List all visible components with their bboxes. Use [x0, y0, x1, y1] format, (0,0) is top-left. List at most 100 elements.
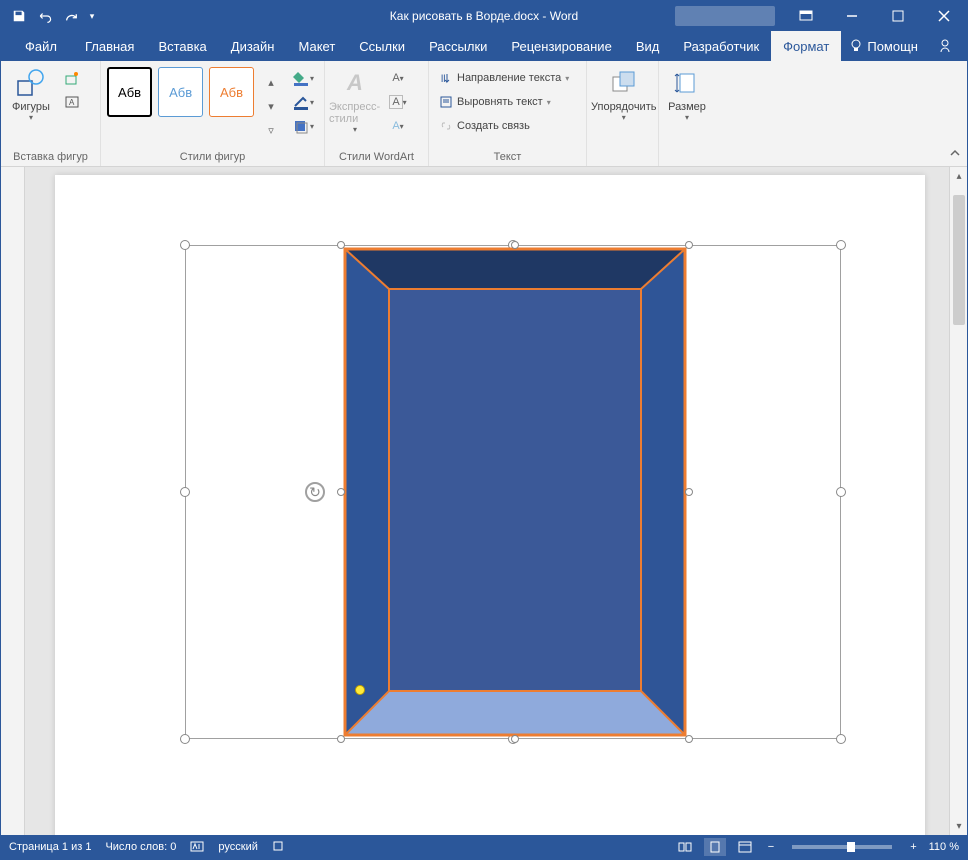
zoom-in-button[interactable]: +: [906, 841, 920, 853]
maximize-button[interactable]: [875, 1, 921, 31]
tell-me-button[interactable]: Помощн: [841, 39, 926, 54]
shape-handle-tl[interactable]: [337, 241, 345, 249]
size-button[interactable]: Размер ▾: [663, 63, 711, 122]
style-gallery-more[interactable]: ▿: [260, 119, 282, 141]
group-arrange-label: [591, 149, 654, 166]
tab-review[interactable]: Рецензирование: [499, 31, 623, 61]
tab-home[interactable]: Главная: [73, 31, 146, 61]
vertical-ruler[interactable]: [1, 167, 25, 835]
group-arrange: Упорядочить ▾: [587, 61, 659, 166]
text-outline-button[interactable]: A▾: [385, 91, 411, 113]
canvas-handle-tl[interactable]: [180, 240, 190, 250]
align-text-button[interactable]: Выровнять текст▾: [435, 91, 580, 113]
shape-handle-br[interactable]: [685, 735, 693, 743]
quick-styles-label: Экспресс-стили: [329, 101, 381, 125]
print-layout-button[interactable]: [704, 838, 726, 856]
shape-outline-button[interactable]: ▾: [288, 91, 318, 113]
canvas-handle-br[interactable]: [836, 734, 846, 744]
redo-button[interactable]: [59, 5, 83, 27]
tab-mailings[interactable]: Рассылки: [417, 31, 499, 61]
text-fill-button[interactable]: A ▾: [385, 67, 411, 89]
link-icon: [439, 119, 453, 133]
page-viewport[interactable]: ↻: [25, 167, 949, 835]
selected-shape[interactable]: [341, 245, 689, 739]
tab-view[interactable]: Вид: [624, 31, 672, 61]
undo-button[interactable]: [33, 5, 57, 27]
word-count[interactable]: Число слов: 0: [105, 841, 176, 853]
zoom-slider[interactable]: [792, 845, 892, 849]
document-page[interactable]: ↻: [55, 175, 925, 835]
group-insert-shapes-label: Вставка фигур: [5, 149, 96, 166]
language-indicator[interactable]: русский: [218, 841, 257, 853]
group-size-label: [663, 149, 711, 166]
collapse-ribbon-button[interactable]: [949, 147, 961, 162]
shapes-button[interactable]: Фигуры ▾: [5, 63, 57, 122]
canvas-handle-mr[interactable]: [836, 487, 846, 497]
canvas-handle-ml[interactable]: [180, 487, 190, 497]
status-bar: Страница 1 из 1 Число слов: 0 русский − …: [1, 835, 967, 859]
text-direction-icon: ll: [439, 71, 453, 85]
chevron-down-icon: ▾: [685, 113, 689, 122]
window-title: Как рисовать в Ворде.docx - Word: [390, 9, 578, 23]
text-effects-button[interactable]: A▾: [385, 115, 411, 137]
tab-layout[interactable]: Макет: [286, 31, 347, 61]
tab-format[interactable]: Формат: [771, 31, 841, 61]
canvas-handle-tr[interactable]: [836, 240, 846, 250]
canvas-handle-bl[interactable]: [180, 734, 190, 744]
style-gallery-up[interactable]: ▴: [260, 71, 282, 93]
shape-style-3[interactable]: Абв: [209, 67, 254, 117]
page-indicator[interactable]: Страница 1 из 1: [9, 841, 91, 853]
arrange-icon: [610, 69, 638, 97]
web-layout-button[interactable]: [734, 838, 756, 856]
shape-handle-tc[interactable]: [511, 241, 519, 249]
account-indicator[interactable]: [675, 6, 775, 26]
zoom-slider-thumb[interactable]: [847, 842, 855, 852]
text-direction-button[interactable]: ll Направление текста▾: [435, 67, 580, 89]
group-size: Размер ▾: [659, 61, 715, 166]
ribbon-display-icon: [799, 10, 813, 22]
group-text: ll Направление текста▾ Выровнять текст▾ …: [429, 61, 587, 166]
vertical-scrollbar[interactable]: ▴ ▾: [949, 167, 967, 835]
tab-references[interactable]: Ссылки: [347, 31, 417, 61]
ribbon-display-button[interactable]: [783, 1, 829, 31]
scroll-up-button[interactable]: ▴: [953, 169, 965, 183]
shape-handle-mr[interactable]: [685, 488, 693, 496]
arrange-button[interactable]: Упорядочить ▾: [591, 63, 656, 122]
shape-adjust-handle[interactable]: [355, 685, 365, 695]
text-box-button[interactable]: A: [61, 91, 83, 113]
shape-effects-button[interactable]: ▾: [288, 115, 318, 137]
scroll-thumb[interactable]: [953, 195, 965, 325]
qat-customize[interactable]: ▾: [85, 5, 99, 27]
tab-developer[interactable]: Разработчик: [671, 31, 771, 61]
save-button[interactable]: [7, 5, 31, 27]
create-link-button[interactable]: Создать связь: [435, 115, 580, 137]
zoom-level[interactable]: 110 %: [929, 841, 959, 853]
document-area: ↻: [1, 167, 967, 835]
shape-handle-tr[interactable]: [685, 241, 693, 249]
shape-handle-ml[interactable]: [337, 488, 345, 496]
share-button[interactable]: [930, 39, 960, 53]
tab-design[interactable]: Дизайн: [219, 31, 287, 61]
ribbon: Фигуры ▾ A Вставка фигур Абв Абв Абв ▴ ▾…: [1, 61, 967, 167]
shape-style-2[interactable]: Абв: [158, 67, 203, 117]
edit-shape-button[interactable]: [61, 67, 83, 89]
style-gallery-down[interactable]: ▾: [260, 95, 282, 117]
redo-icon: [64, 9, 78, 23]
shape-handle-bc[interactable]: [511, 735, 519, 743]
quick-styles-button[interactable]: A Экспресс-стили ▾: [329, 63, 381, 134]
rotate-handle[interactable]: ↻: [305, 482, 325, 502]
svg-text:A: A: [69, 98, 75, 107]
minimize-button[interactable]: [829, 1, 875, 31]
zoom-out-button[interactable]: −: [764, 841, 778, 853]
read-mode-button[interactable]: [674, 838, 696, 856]
scroll-down-button[interactable]: ▾: [953, 819, 965, 833]
close-button[interactable]: [921, 1, 967, 31]
bevel-shape-icon: [341, 245, 689, 739]
macro-record-button[interactable]: [272, 840, 284, 855]
tab-insert[interactable]: Вставка: [146, 31, 218, 61]
shape-handle-bl[interactable]: [337, 735, 345, 743]
spellcheck-button[interactable]: [190, 839, 204, 856]
shape-fill-button[interactable]: ▾: [288, 67, 318, 89]
tab-file[interactable]: Файл: [9, 31, 73, 61]
shape-style-1[interactable]: Абв: [107, 67, 152, 117]
